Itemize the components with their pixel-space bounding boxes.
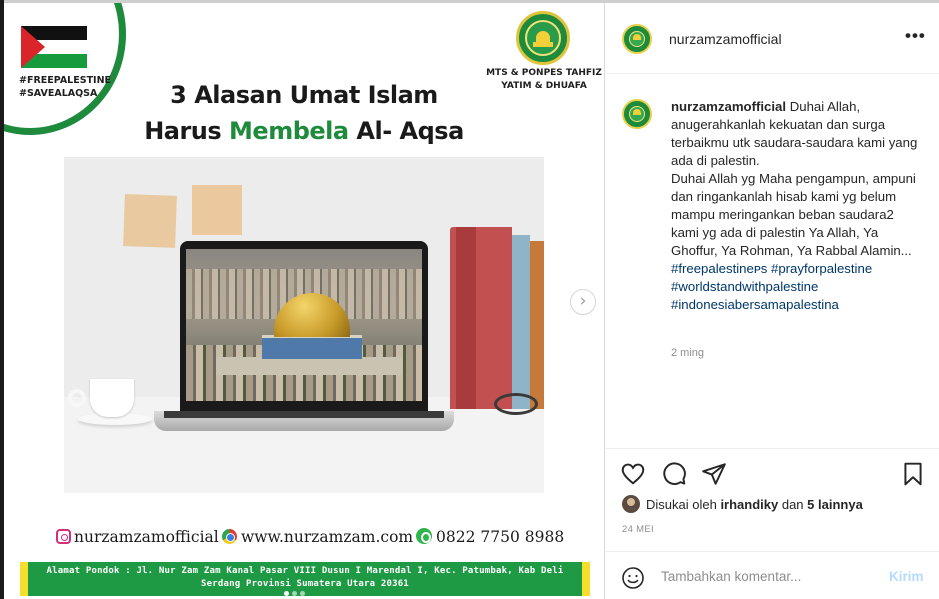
laptop-screen: [180, 241, 428, 411]
post-comment-button[interactable]: Kirim: [889, 569, 924, 584]
contact-phone-text: 0822 7750 8988: [436, 528, 565, 546]
sticky-note: [123, 194, 177, 248]
bookmark-icon[interactable]: [900, 461, 926, 487]
contact-phone: 0822 7750 8988: [416, 528, 564, 546]
likes-middle: dan: [778, 497, 808, 512]
laptop-keyboard: [164, 411, 444, 418]
carousel-dot: [300, 591, 305, 596]
caption-para1: nurzamzamofficial Duhai Allah, anugerahk…: [671, 98, 919, 170]
caption-username[interactable]: nurzamzamofficial: [671, 99, 786, 114]
contact-row: nurzamzamofficial www.nurzamzam.com 0822…: [54, 525, 574, 551]
book: [450, 227, 512, 409]
carousel-dot: [292, 591, 297, 596]
avatar[interactable]: [622, 99, 652, 129]
headline-part: Harus: [144, 117, 230, 145]
cup-handle: [68, 389, 86, 407]
contact-instagram-text: nurzamzamofficial: [74, 528, 219, 546]
share-icon[interactable]: [701, 461, 727, 487]
hashtag-link[interactable]: #indonesiabersamapalestina: [671, 296, 919, 314]
sticky-note: [192, 185, 242, 235]
comment-input[interactable]: [661, 564, 861, 588]
book: [530, 241, 544, 409]
post-date[interactable]: 24 MEI: [622, 524, 654, 535]
caption-text: nurzamzamofficial Duhai Allah, anugerahk…: [671, 98, 919, 314]
headline-line2: Harus Membela Al- Aqsa: [104, 113, 504, 149]
hashtag-text[interactable]: #freepalestineᴘs: [671, 261, 767, 276]
likes-summary[interactable]: Disukai oleh irhandiky dan 5 lainnya: [622, 495, 932, 515]
school-logo-icon: [516, 11, 570, 65]
hashtag-text[interactable]: #prayforpalestine: [771, 261, 872, 276]
dome-of-the-rock-picture: [186, 249, 422, 401]
carousel-dots: [284, 583, 324, 596]
comment-icon[interactable]: [661, 461, 687, 487]
glasses: [494, 393, 538, 415]
heart-icon[interactable]: [620, 461, 646, 487]
contact-instagram: nurzamzamofficial: [56, 528, 219, 546]
instagram-icon: [56, 529, 71, 544]
more-icon[interactable]: •••: [905, 27, 925, 45]
palestine-flag-icon: [21, 26, 87, 68]
contact-website: www.nurzamzam.com: [222, 528, 413, 546]
emoji-icon[interactable]: [621, 566, 645, 590]
post-header: nurzamzamofficial •••: [605, 3, 939, 74]
address-banner: Alamat Pondok : Jl. Nur Zam Zam Kanal Pa…: [20, 562, 590, 596]
header-username[interactable]: nurzamzamofficial: [669, 31, 782, 47]
action-bar: [605, 448, 939, 496]
post-side-panel: nurzamzamofficial ••• nurzamzamofficial …: [604, 3, 939, 599]
headline-highlight: Membela: [229, 117, 349, 145]
laptop-photo: [64, 157, 544, 493]
coffee-cup: [90, 379, 134, 417]
carousel-dot: [284, 591, 289, 596]
image-headline: 3 Alasan Umat Islam Harus Membela Al- Aq…: [104, 77, 504, 149]
caption-block: nurzamzamofficial Duhai Allah, anugerahk…: [605, 74, 939, 448]
time-ago[interactable]: 2 ming: [671, 347, 704, 359]
avatar: [622, 495, 640, 513]
chrome-icon: [222, 529, 237, 544]
likes-prefix: Disukai oleh: [646, 497, 721, 512]
likes-others[interactable]: 5 lainnya: [807, 497, 863, 512]
avatar[interactable]: [622, 24, 652, 54]
book: [512, 235, 530, 409]
comment-bar: Kirim: [605, 551, 939, 599]
contact-website-text: www.nurzamzam.com: [241, 528, 414, 546]
next-arrow-icon[interactable]: ›: [570, 289, 596, 315]
whatsapp-icon: [416, 528, 432, 544]
headline-part: Al- Aqsa: [348, 117, 464, 145]
hashtag-link[interactable]: #freepalestineᴘs #prayforpalestine: [671, 260, 919, 278]
post-image[interactable]: #FREEPALESTINE #SAVEALAQSA MTS & PONPES …: [4, 3, 604, 599]
likes-user[interactable]: irhandiky: [720, 497, 778, 512]
hashtag-link[interactable]: #worldstandwithpalestine: [671, 278, 919, 296]
headline-line1: 3 Alasan Umat Islam: [170, 81, 438, 109]
caption-para2: Duhai Allah yg Maha pengampun, ampuni da…: [671, 171, 916, 258]
address-line1: Alamat Pondok : Jl. Nur Zam Zam Kanal Pa…: [46, 566, 564, 576]
